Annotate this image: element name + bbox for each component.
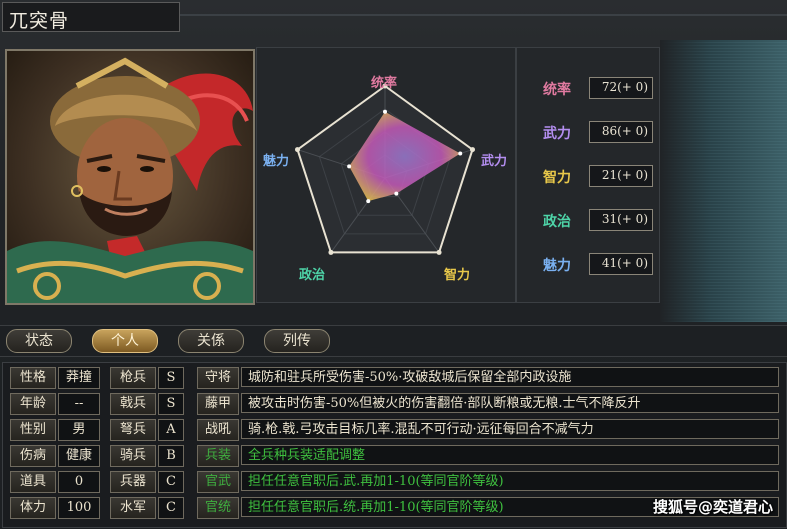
aptitude-label: 水军 bbox=[110, 497, 156, 519]
skill-description: 城防和驻兵所受伤害-50%·攻破敌城后保留全部内政设施 bbox=[241, 367, 779, 387]
aptitude-value: S bbox=[158, 367, 184, 389]
skill-label: 官统 bbox=[197, 497, 239, 519]
stat-value: 41(+ 0) bbox=[601, 256, 648, 270]
radar-vertex bbox=[469, 147, 475, 153]
radar-point-3 bbox=[366, 199, 371, 204]
general-portrait bbox=[5, 49, 255, 305]
stat-label: 魅力 bbox=[543, 258, 571, 274]
personal-value: 男 bbox=[58, 419, 100, 441]
stat-row-tongshuai: 统率 72(+ 0) bbox=[517, 77, 659, 99]
stat-value-box: 41(+ 0) bbox=[589, 253, 653, 275]
personal-value: -- bbox=[58, 393, 100, 415]
aptitude-value: S bbox=[158, 393, 184, 415]
radar-point-1 bbox=[458, 151, 463, 156]
radar-label-zhengzhi: 政治 bbox=[299, 268, 326, 283]
skill-description: 全兵种兵装适配调整 bbox=[241, 445, 779, 465]
personal-label: 道具 bbox=[10, 471, 56, 493]
stat-value-box: 86(+ 0) bbox=[589, 121, 653, 143]
stat-value: 72(+ 0) bbox=[601, 80, 648, 94]
stat-value-box: 72(+ 0) bbox=[589, 77, 653, 99]
stat-label: 智力 bbox=[543, 170, 571, 186]
radar-point-2 bbox=[394, 191, 399, 196]
aptitude-value: C bbox=[158, 497, 184, 519]
tab-personal[interactable]: 个人 bbox=[92, 329, 158, 353]
attribute-stats-panel: 统率 72(+ 0) 武力 86(+ 0) 智力 21(+ 0) 政治 31(+… bbox=[516, 47, 660, 303]
stat-value: 86(+ 0) bbox=[601, 124, 648, 138]
radar-vertex bbox=[436, 249, 442, 255]
skill-label: 守将 bbox=[197, 367, 239, 389]
radar-vertex bbox=[295, 147, 301, 153]
stat-value: 31(+ 0) bbox=[601, 212, 648, 226]
personal-label: 性格 bbox=[10, 367, 56, 389]
personal-value: 健康 bbox=[58, 445, 100, 467]
stat-value-box: 31(+ 0) bbox=[589, 209, 653, 231]
tab-biography[interactable]: 列传 bbox=[264, 329, 330, 353]
personal-label: 体力 bbox=[10, 497, 56, 519]
stat-label: 统率 bbox=[543, 82, 571, 98]
stat-row-zhili: 智力 21(+ 0) bbox=[517, 165, 659, 187]
aptitude-label: 骑兵 bbox=[110, 445, 156, 467]
radar-label-meili: 魅力 bbox=[263, 154, 290, 169]
radar-label-wuli: 武力 bbox=[481, 154, 508, 169]
skill-description: 被攻击时伤害-50%但被火的伤害翻倍·部队断粮或无粮.士气不降反升 bbox=[241, 393, 779, 413]
attribute-radar-chart: 统率 武力 智力 政治 魅力 bbox=[256, 47, 516, 303]
radar-label-tongshuai: 统率 bbox=[371, 76, 398, 91]
personal-value: 莽撞 bbox=[58, 367, 100, 389]
aptitude-value: B bbox=[158, 445, 184, 467]
general-name: 兀突骨 bbox=[9, 10, 70, 32]
skill-description: 骑.枪.戟.弓攻击目标几率.混乱不可行动·远征每回合不减气力 bbox=[241, 419, 779, 439]
radar-point-0 bbox=[383, 109, 387, 114]
aptitude-value: C bbox=[158, 471, 184, 493]
skill-label: 藤甲 bbox=[197, 393, 239, 415]
personal-value: 0 bbox=[58, 471, 100, 493]
general-name-box: 兀突骨 bbox=[2, 2, 180, 32]
stat-value-box: 21(+ 0) bbox=[589, 165, 653, 187]
tab-bar: 状态 个人 关係 列传 bbox=[0, 325, 787, 357]
decorative-side-strip bbox=[660, 40, 787, 322]
aptitude-value: A bbox=[158, 419, 184, 441]
stat-label: 武力 bbox=[543, 126, 571, 142]
skill-label: 官武 bbox=[197, 471, 239, 493]
aptitude-label: 弩兵 bbox=[110, 419, 156, 441]
radar-point-4 bbox=[347, 164, 352, 169]
aptitude-label: 兵器 bbox=[110, 471, 156, 493]
radar-vertex bbox=[328, 249, 334, 255]
tab-status[interactable]: 状态 bbox=[6, 329, 72, 353]
stat-row-zhengzhi: 政治 31(+ 0) bbox=[517, 209, 659, 231]
aptitude-label: 戟兵 bbox=[110, 393, 156, 415]
skill-label: 战吼 bbox=[197, 419, 239, 441]
stat-value: 21(+ 0) bbox=[601, 168, 648, 182]
stat-row-wuli: 武力 86(+ 0) bbox=[517, 121, 659, 143]
radar-label-zhili: 智力 bbox=[444, 268, 471, 283]
stat-row-meili: 魅力 41(+ 0) bbox=[517, 253, 659, 275]
aptitude-label: 枪兵 bbox=[110, 367, 156, 389]
personal-label: 伤病 bbox=[10, 445, 56, 467]
personal-label: 性别 bbox=[10, 419, 56, 441]
skill-label: 兵装 bbox=[197, 445, 239, 467]
tab-relations[interactable]: 关係 bbox=[178, 329, 244, 353]
personal-label: 年龄 bbox=[10, 393, 56, 415]
header-divider bbox=[180, 14, 787, 16]
stat-label: 政治 bbox=[543, 214, 571, 230]
personal-value: 100 bbox=[58, 497, 100, 519]
watermark-text: 搜狐号@奕道君心 bbox=[652, 498, 773, 516]
skill-description: 担任任意官职后.武.再加1-10(等同官阶等级) bbox=[241, 471, 779, 491]
